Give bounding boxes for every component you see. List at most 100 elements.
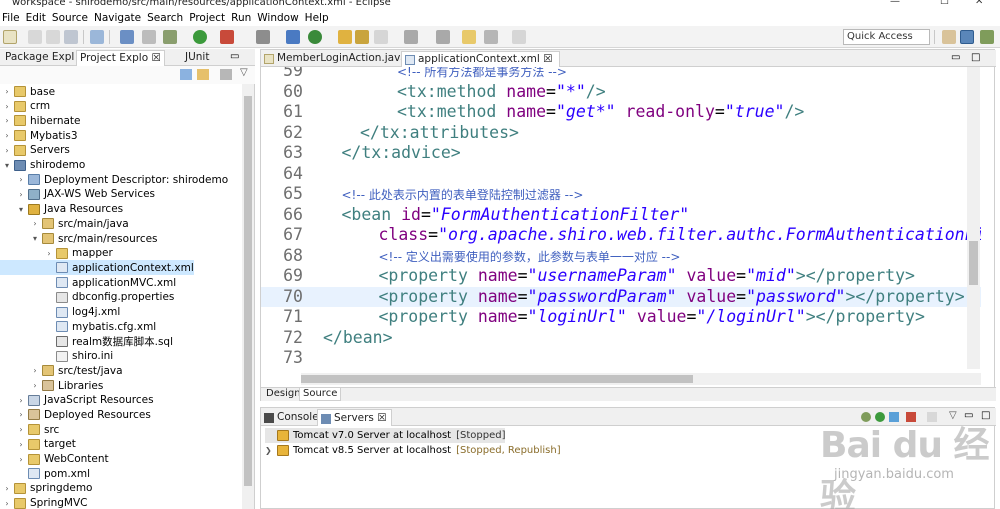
collapse-all-icon[interactable] [180, 69, 192, 80]
expand-arrow-icon[interactable]: › [16, 175, 26, 184]
tree-item[interactable]: › src/main/java [0, 216, 128, 231]
filter-icon[interactable] [220, 69, 232, 80]
expand-arrow-icon[interactable]: › [30, 219, 40, 228]
tree-item[interactable]: › src [0, 422, 59, 437]
expand-arrow-icon[interactable]: › [16, 190, 26, 199]
code-line[interactable]: 70 <property name="passwordParam" value="… [261, 286, 981, 307]
tree-item[interactable]: ▾ Java Resources [0, 202, 123, 217]
quick-access-input[interactable]: Quick Access [843, 29, 930, 45]
menu-window[interactable]: Window [257, 12, 304, 24]
external-tools-icon[interactable] [220, 30, 234, 44]
menu-navigate[interactable]: Navigate [94, 12, 147, 24]
collapse-arrow-icon[interactable]: ▾ [30, 234, 40, 243]
code-line[interactable]: 69 <property name="usernameParam" value="… [261, 266, 981, 287]
code-line[interactable]: 72 </bean> [261, 328, 981, 349]
expand-arrow-icon[interactable]: › [16, 410, 26, 419]
close-tab-icon[interactable]: ☒ [543, 53, 552, 65]
menu-source[interactable]: Source [52, 12, 94, 24]
expand-arrow-icon[interactable]: › [16, 440, 26, 449]
maximize-icon[interactable]: ☐ [940, 0, 949, 7]
code-line[interactable]: 66 <bean id="FormAuthenticationFilter" [261, 205, 981, 226]
open-type-icon[interactable] [338, 30, 352, 44]
expand-arrow-icon[interactable]: › [2, 146, 12, 155]
back-icon[interactable] [484, 30, 498, 44]
expand-arrow-icon[interactable]: › [2, 484, 12, 493]
expand-arrow-icon[interactable]: › [30, 381, 40, 390]
tab-console[interactable]: Console [261, 409, 323, 426]
tree-item[interactable]: › mapper [0, 246, 112, 261]
tree-item[interactable]: pom.xml [0, 466, 90, 481]
toggle-icon[interactable] [90, 30, 104, 44]
close-tab-icon[interactable]: ☒ [377, 412, 386, 424]
minimize-view-icon[interactable]: ▭ [230, 51, 239, 62]
new-java-package-icon[interactable] [286, 30, 300, 44]
tree-item[interactable]: applicationContext.xml [0, 260, 194, 276]
server-row-tomcat7[interactable]: Tomcat v7.0 Server at localhost [Stopped… [265, 428, 506, 443]
code-line[interactable]: 62 </tx:attributes> [261, 123, 981, 144]
prev-annotation-icon[interactable] [436, 30, 450, 44]
start-server-icon[interactable] [875, 412, 885, 422]
new-icon[interactable] [3, 30, 17, 44]
tree-item[interactable]: › SpringMVC [0, 496, 87, 509]
expand-arrow-icon[interactable]: › [2, 116, 12, 125]
tree-item[interactable]: › JAX-WS Web Services [0, 187, 155, 202]
tree-item[interactable]: mybatis.cfg.xml [0, 319, 156, 334]
save-all-icon[interactable] [46, 30, 60, 44]
editor-vertical-scrollbar[interactable] [967, 67, 980, 369]
tab-servers[interactable]: Servers ☒ [317, 409, 392, 426]
console-icon[interactable] [120, 30, 134, 44]
tree-item[interactable]: applicationMVC.xml [0, 275, 176, 290]
skip-breakpoints-icon[interactable] [142, 30, 156, 44]
code-line[interactable]: 71 <property name="loginUrl" value="/logi… [261, 307, 981, 328]
collapse-arrow-icon[interactable]: ▾ [2, 161, 12, 170]
tree-item[interactable]: › Servers [0, 143, 70, 158]
minimize-icon[interactable]: — [890, 0, 900, 7]
expand-arrow-icon[interactable]: › [2, 102, 12, 111]
left-scrollbar[interactable] [242, 84, 254, 509]
tree-item[interactable]: ▾ src/main/resources [0, 231, 158, 246]
tab-junit[interactable]: JUnit [182, 50, 212, 66]
expand-arrow-icon[interactable]: › [2, 131, 12, 140]
tab-project-explorer[interactable]: Project Explo ☒ [76, 50, 165, 66]
expand-arrow-icon[interactable]: › [44, 249, 54, 258]
code-line[interactable]: 59 <!-- 所有方法都是事务方法 --> [261, 67, 981, 82]
menu-project[interactable]: Project [189, 12, 231, 24]
expand-arrow-icon[interactable]: › [2, 87, 12, 96]
menu-help[interactable]: Help [305, 12, 335, 24]
code-area[interactable]: 59 <!-- 所有方法都是事务方法 --> 60 <tx:method name="… [261, 67, 981, 369]
next-annotation-icon[interactable] [404, 30, 418, 44]
run-icon[interactable] [193, 30, 207, 44]
print-icon[interactable] [64, 30, 78, 44]
expand-arrow-icon[interactable]: › [2, 499, 12, 508]
tree-item[interactable]: › springdemo [0, 481, 92, 496]
code-line[interactable]: 65 <!-- 此处表示内置的表单登陆控制过滤器 --> [261, 184, 981, 205]
tree-item[interactable]: › src/test/java [0, 363, 122, 378]
editor-horizontal-scrollbar[interactable] [301, 373, 981, 385]
tree-item[interactable]: dbconfig.properties [0, 290, 174, 305]
link-editor-icon[interactable] [197, 69, 209, 80]
save-icon[interactable] [28, 30, 42, 44]
code-line[interactable]: 60 <tx:method name="*"/> [261, 82, 981, 103]
tree-item[interactable]: › JavaScript Resources [0, 393, 153, 408]
tab-member-login-action[interactable]: MemberLoginAction.java [261, 51, 413, 67]
tab-source[interactable]: Source [299, 388, 342, 401]
expand-arrow-icon[interactable]: › [16, 455, 26, 464]
expand-arrow-icon[interactable]: › [16, 396, 26, 405]
publish-icon[interactable] [927, 412, 937, 422]
debug-server-icon[interactable] [861, 412, 871, 422]
minimize-editor-icon[interactable]: ▭ [951, 52, 960, 63]
new-java-class-icon[interactable] [308, 30, 322, 44]
menu-edit[interactable]: Edit [26, 12, 52, 24]
expand-arrow-icon[interactable]: ❯ [265, 446, 277, 455]
search-icon[interactable] [256, 30, 270, 44]
menu-run[interactable]: Run [231, 12, 257, 24]
java-ee-perspective-icon[interactable] [960, 30, 974, 44]
menu-file[interactable]: File [2, 12, 26, 24]
maximize-editor-icon[interactable]: □ [971, 52, 980, 63]
code-line[interactable]: 61 <tx:method name="get*" read-only="true… [261, 102, 981, 123]
tree-item[interactable]: ▾ shirodemo [0, 158, 85, 173]
tab-package-explorer[interactable]: Package Expl [2, 50, 77, 66]
tree-item[interactable]: › target [0, 437, 76, 452]
minimize-view-icon[interactable]: ▭ [964, 410, 973, 421]
debug-icon[interactable] [163, 30, 177, 44]
